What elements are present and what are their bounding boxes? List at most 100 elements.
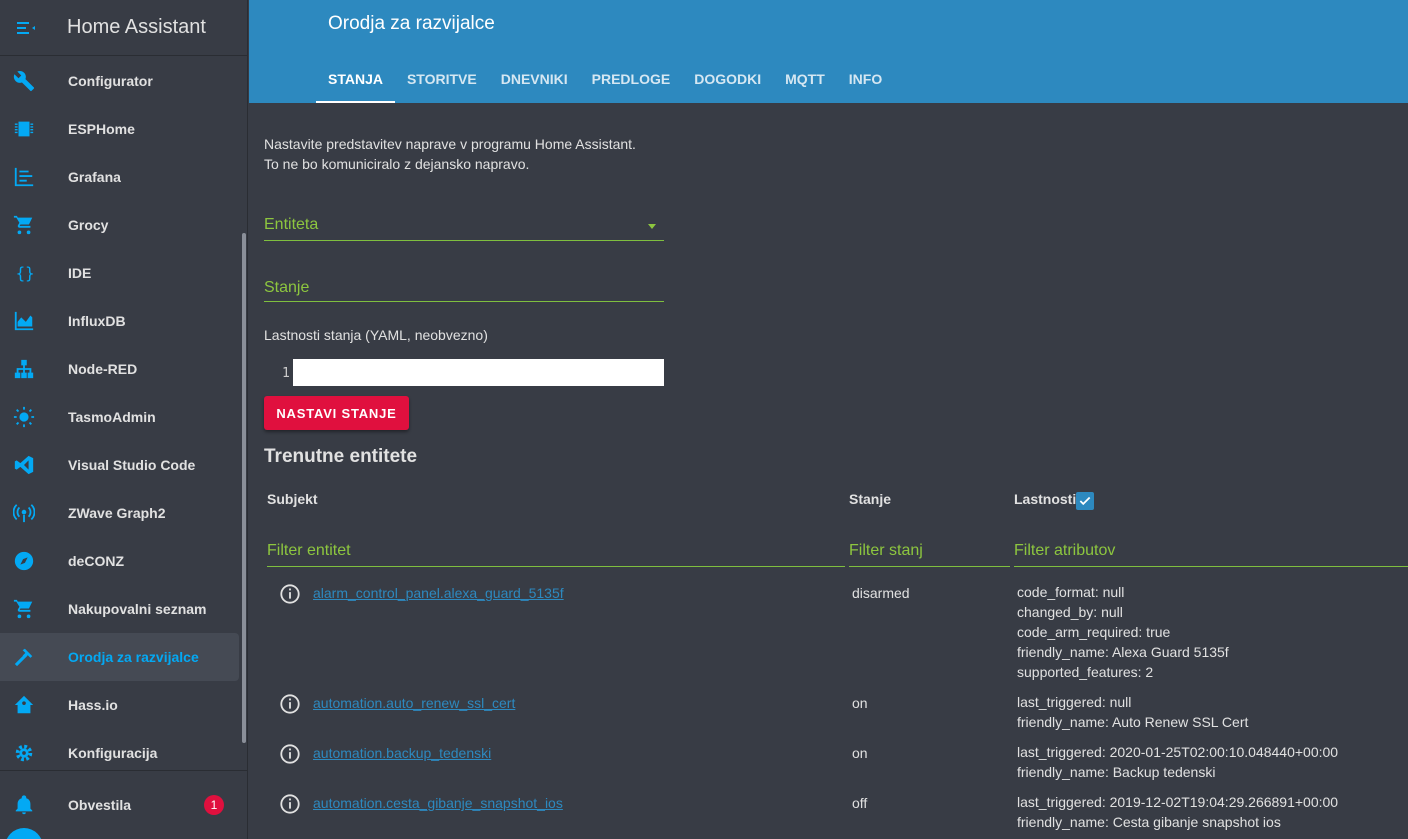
column-header-state: Stanje [849,491,892,507]
sidebar-bottom: Obvestila 1 [0,770,247,829]
filter-attributes-input[interactable]: Filter atributov [1014,542,1408,567]
sidebar-item-node-red[interactable]: Node-RED [0,345,239,393]
filter-entities-input[interactable]: Filter entitet [267,542,845,567]
sidebar-item-tasmoadmin[interactable]: TasmoAdmin [0,393,239,441]
entity-link[interactable]: alarm_control_panel.alexa_guard_5135f [313,585,564,601]
avatar[interactable] [5,828,43,839]
sidebar-scrollbar[interactable] [242,233,246,743]
lightbulb-icon [12,405,36,429]
sidebar-item-label: Configurator [68,73,153,89]
sidebar-item-hassio[interactable]: Hass.io [0,681,239,729]
hammer-icon [12,645,36,669]
attribute-line: code_arm_required: true [1017,624,1171,640]
sidebar: Home Assistant Configurator ESPHome Graf… [0,0,248,839]
vscode-icon [12,453,36,477]
chip-icon [12,117,36,141]
entity-link[interactable]: automation.backup_tedenski [313,745,491,761]
sidebar-item-configurator[interactable]: Configurator [0,57,239,105]
check-icon [1079,496,1091,506]
tab-events[interactable]: DOGODKI [682,56,773,103]
sidebar-item-label: Orodja za razvijalce [68,649,199,665]
sidebar-item-label: Konfiguracija [68,745,158,761]
set-state-button[interactable]: NASTAVI STANJE [264,396,409,430]
state-input-label: Stanje [264,279,310,296]
chart-areaspline-icon [12,309,36,333]
attribute-line: friendly_name: Alexa Guard 5135f [1017,644,1229,660]
sidebar-item-label: Node-RED [68,361,138,377]
sidebar-item-label: ESPHome [68,121,135,137]
entity-attributes: last_triggered: 2019-12-02T19:04:29.2668… [1017,792,1338,832]
tab-states[interactable]: STANJA [316,56,395,103]
sidebar-item-label: TasmoAdmin [68,409,156,425]
sidebar-item-developer-tools[interactable]: Orodja za razvijalce [0,633,239,681]
tab-services[interactable]: STORITVE [395,56,489,103]
attribute-line: last_triggered: 2019-12-02T19:04:29.2668… [1017,794,1339,810]
home-assistant-icon [12,693,36,717]
sidebar-item-vscode[interactable]: Visual Studio Code [0,441,239,489]
attribute-line: friendly_name: Backup tedenski [1017,764,1216,780]
menu-open-icon [17,21,35,34]
attribute-line: code_format: null [1017,584,1125,600]
sidebar-item-label: InfluxDB [68,313,126,329]
sidebar-item-shopping-list[interactable]: Nakupovalni seznam [0,585,239,633]
access-point-icon [12,501,36,525]
sidebar-item-ide[interactable]: {} IDE [0,249,239,297]
cart-icon [12,597,36,621]
entity-attributes: last_triggered: 2020-01-25T02:00:10.0484… [1017,742,1338,782]
info-icon[interactable] [279,583,301,605]
filter-states-input[interactable]: Filter stanj [849,542,1010,567]
section-title: Trenutne entitete [264,446,418,467]
description-line: Nastavite predstavitev naprave v program… [264,136,636,152]
main-content: Nastavite predstavitev naprave v program… [249,103,1408,839]
sidebar-item-zwave-graph2[interactable]: ZWave Graph2 [0,489,239,537]
sidebar-header: Home Assistant [0,0,247,56]
attribute-line: supported_features: 2 [1017,664,1154,680]
svg-text:{}: {} [16,265,35,283]
attribute-line: last_triggered: null [1017,694,1132,710]
sidebar-item-influxdb[interactable]: InfluxDB [0,297,239,345]
yaml-editor[interactable] [293,359,664,386]
sidebar-item-label: deCONZ [68,553,124,569]
sidebar-item-deconz[interactable]: deCONZ [0,537,239,585]
sidebar-item-label: Grafana [68,169,121,185]
compass-icon [12,549,36,573]
chart-timeline-icon [12,165,36,189]
cart-icon [12,213,36,237]
sidebar-item-grocy[interactable]: Grocy [0,201,239,249]
info-icon[interactable] [279,743,301,765]
column-header-attributes: Lastnosti [1014,491,1077,507]
menu-toggle-button[interactable] [2,4,50,52]
info-icon[interactable] [279,693,301,715]
page-title: Orodja za razvijalce [328,13,495,34]
sidebar-item-grafana[interactable]: Grafana [0,153,239,201]
tab-info[interactable]: INFO [837,56,894,103]
app-title: Home Assistant [67,16,206,38]
entity-dropdown[interactable]: Entiteta [264,216,664,241]
entity-state: on [852,695,868,711]
attribute-line: changed_by: null [1017,604,1123,620]
entity-attributes: last_triggered: null friendly_name: Auto… [1017,692,1248,732]
notification-badge: 1 [204,795,224,815]
dropdown-arrow-icon [648,224,656,229]
attribute-line: friendly_name: Cesta gibanje snapshot io… [1017,814,1281,830]
tab-logs[interactable]: DNEVNIKI [489,56,580,103]
sidebar-item-esphome[interactable]: ESPHome [0,105,239,153]
sidebar-item-label: Obvestila [68,797,132,813]
state-input[interactable]: Stanje [264,279,664,302]
tab-templates[interactable]: PREDLOGE [580,56,683,103]
column-header-entity: Subjekt [267,491,318,507]
entity-state: disarmed [852,585,910,601]
tab-bar: STANJA STORITVE DNEVNIKI PREDLOGE DOGODK… [316,56,894,103]
description: Nastavite predstavitev naprave v program… [264,134,636,174]
sidebar-item-label: Hass.io [68,697,118,713]
attributes-checkbox[interactable] [1076,492,1094,510]
entity-state: off [852,795,868,811]
info-icon[interactable] [279,793,301,815]
entity-link[interactable]: automation.cesta_gibanje_snapshot_ios [313,795,563,811]
tab-mqtt[interactable]: MQTT [773,56,837,103]
entity-link[interactable]: automation.auto_renew_ssl_cert [313,695,515,711]
sidebar-item-label: ZWave Graph2 [68,505,166,521]
sidebar-item-label: Visual Studio Code [68,457,196,473]
yaml-attributes-label: Lastnosti stanja (YAML, neobvezno) [264,327,488,343]
sidebar-item-notifications[interactable]: Obvestila 1 [0,781,239,829]
